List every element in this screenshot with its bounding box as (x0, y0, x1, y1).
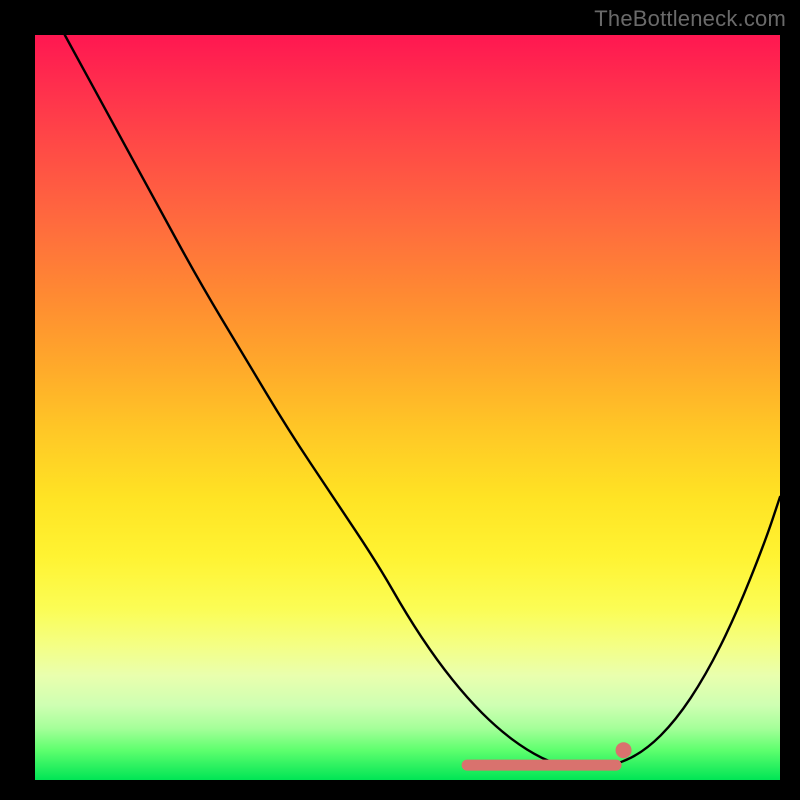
bottleneck-curve (65, 35, 780, 768)
bottleneck-accent-dot (616, 742, 632, 758)
chart-frame: TheBottleneck.com (0, 0, 800, 800)
watermark-text: TheBottleneck.com (594, 6, 786, 32)
bottleneck-curve-group (65, 35, 780, 768)
chart-svg (35, 35, 780, 780)
